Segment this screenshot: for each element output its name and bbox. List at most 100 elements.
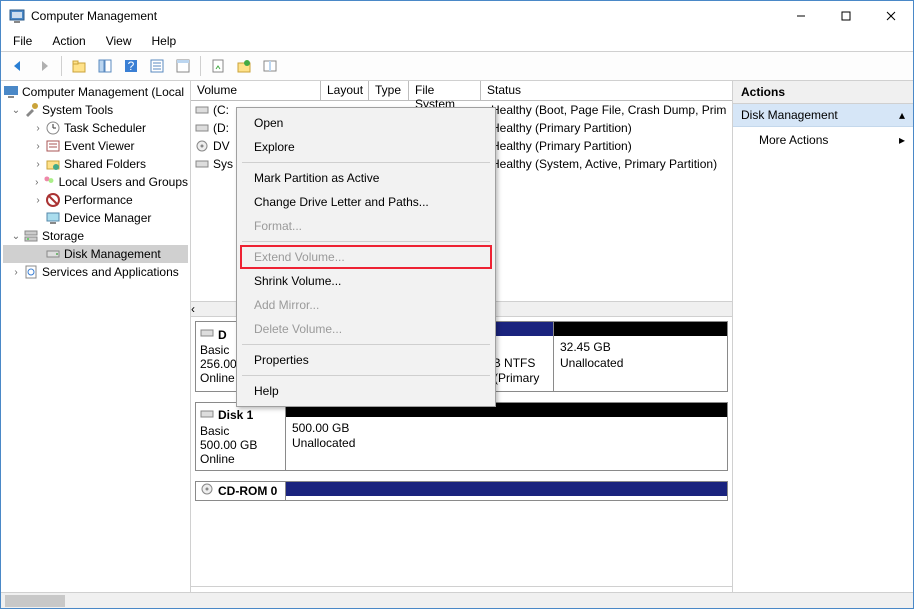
chevron-right-icon[interactable]: › <box>31 123 45 134</box>
tree-disk-management[interactable]: Disk Management <box>3 245 188 263</box>
part-status: Unallocated <box>560 356 721 372</box>
svg-text:?: ? <box>128 59 135 73</box>
disk-icon <box>45 246 61 262</box>
close-button[interactable] <box>868 1 913 31</box>
actions-section[interactable]: Disk Management ▴ <box>733 104 913 127</box>
tree-task-scheduler[interactable]: › Task Scheduler <box>3 119 188 137</box>
tools-icon <box>23 102 39 118</box>
up-button[interactable] <box>68 55 90 77</box>
back-button[interactable] <box>7 55 29 77</box>
ctx-change-letter[interactable]: Change Drive Letter and Paths... <box>240 190 492 214</box>
volume-status: Healthy (Boot, Page File, Crash Dump, Pr… <box>491 103 726 117</box>
tree-system-tools[interactable]: ⌄ System Tools <box>3 101 188 119</box>
menu-view[interactable]: View <box>102 32 136 50</box>
chevron-down-icon[interactable]: ⌄ <box>9 231 23 242</box>
part-status: Unallocated <box>292 436 721 452</box>
col-fs[interactable]: File System <box>409 81 481 100</box>
rescan-button[interactable] <box>233 55 255 77</box>
chevron-right-icon[interactable]: › <box>31 141 45 152</box>
settings-button[interactable] <box>259 55 281 77</box>
menu-file[interactable]: File <box>9 32 36 50</box>
minimize-button[interactable] <box>778 1 823 31</box>
tree-shared-folders[interactable]: › Shared Folders <box>3 155 188 173</box>
event-icon <box>45 138 61 154</box>
disc-icon <box>195 139 209 153</box>
titlebar[interactable]: Computer Management <box>1 1 913 31</box>
tree-scrollbar[interactable] <box>1 592 191 608</box>
disk-1-label[interactable]: Disk 1 Basic 500.00 GB Online <box>196 403 286 470</box>
tree-storage[interactable]: ⌄ Storage <box>3 227 188 245</box>
disk-name: CD-ROM 0 <box>218 484 277 498</box>
disk-1-row[interactable]: Disk 1 Basic 500.00 GB Online 500.00 GBU… <box>195 402 728 471</box>
help-button[interactable]: ? <box>120 55 142 77</box>
col-layout[interactable]: Layout <box>321 81 369 100</box>
nav-tree[interactable]: Computer Management (Local ⌄ System Tool… <box>1 81 191 608</box>
tree-label: Storage <box>42 229 84 243</box>
collapse-icon[interactable]: ▴ <box>899 108 905 122</box>
col-status[interactable]: Status <box>481 81 732 100</box>
partition-unallocated[interactable]: 32.45 GBUnallocated <box>554 322 727 391</box>
tree-event-viewer[interactable]: ›Event Viewer <box>3 137 188 155</box>
part-size: 32.45 GB <box>560 340 721 356</box>
tree-label: Device Manager <box>64 211 151 225</box>
chevron-down-icon[interactable]: ⌄ <box>9 105 23 116</box>
chevron-right-icon: ▸ <box>899 133 905 147</box>
cdrom-row[interactable]: CD-ROM 0 <box>195 481 728 501</box>
tree-label: Task Scheduler <box>64 121 146 135</box>
tree-label: Computer Management (Local <box>22 85 184 99</box>
folder-icon <box>45 156 61 172</box>
volume-name: (C: <box>213 103 237 117</box>
app-icon <box>9 8 25 24</box>
ctx-separator <box>242 344 490 345</box>
volume-status: Healthy (Primary Partition) <box>491 139 632 153</box>
disk-size: 500.00 GB <box>200 438 281 452</box>
partition[interactable] <box>286 482 727 500</box>
disk-name: Disk 1 <box>218 408 253 422</box>
tree-local-users[interactable]: ›Local Users and Groups <box>3 173 188 191</box>
menubar: File Action View Help <box>1 31 913 51</box>
chevron-right-icon[interactable]: › <box>31 177 42 188</box>
col-volume[interactable]: Volume <box>191 81 321 100</box>
properties-button[interactable] <box>172 55 194 77</box>
tree-label: Shared Folders <box>64 157 146 171</box>
volume-list-header: Volume Layout Type File System Status <box>191 81 732 101</box>
disk-icon <box>200 326 214 343</box>
volume-status: Healthy (Primary Partition) <box>491 121 632 135</box>
tree-label: Services and Applications <box>42 265 179 279</box>
forward-button[interactable] <box>33 55 55 77</box>
ctx-help[interactable]: Help <box>240 379 492 403</box>
ctx-properties[interactable]: Properties <box>240 348 492 372</box>
computer-icon <box>3 84 19 100</box>
maximize-button[interactable] <box>823 1 868 31</box>
ctx-explore[interactable]: Explore <box>240 135 492 159</box>
cdrom-label[interactable]: CD-ROM 0 <box>196 482 286 500</box>
show-hide-tree-button[interactable] <box>94 55 116 77</box>
tree-services[interactable]: › Services and Applications <box>3 263 188 281</box>
ctx-separator <box>242 375 490 376</box>
ctx-mark-active[interactable]: Mark Partition as Active <box>240 166 492 190</box>
tree-device-manager[interactable]: Device Manager <box>3 209 188 227</box>
services-icon <box>23 264 39 280</box>
storage-icon <box>23 228 39 244</box>
actions-more[interactable]: More Actions▸ <box>733 127 913 153</box>
ctx-shrink-volume[interactable]: Shrink Volume... <box>240 269 492 293</box>
tree-performance[interactable]: ›Performance <box>3 191 188 209</box>
drive-icon <box>195 121 209 135</box>
action-list-button[interactable] <box>146 55 168 77</box>
chevron-right-icon[interactable]: › <box>31 195 45 206</box>
actions-section-label: Disk Management <box>741 108 838 122</box>
drive-icon <box>195 157 209 171</box>
ctx-extend-volume: Extend Volume... <box>240 245 492 269</box>
ctx-format: Format... <box>240 214 492 238</box>
ctx-open[interactable]: Open <box>240 111 492 135</box>
actions-header: Actions <box>733 81 913 104</box>
menu-action[interactable]: Action <box>48 32 89 50</box>
refresh-button[interactable] <box>207 55 229 77</box>
col-type[interactable]: Type <box>369 81 409 100</box>
window-title: Computer Management <box>31 9 778 23</box>
chevron-right-icon[interactable]: › <box>9 267 23 278</box>
menu-help[interactable]: Help <box>148 32 181 50</box>
partition-unallocated[interactable]: 500.00 GBUnallocated <box>286 403 727 470</box>
chevron-right-icon[interactable]: › <box>31 159 45 170</box>
tree-root[interactable]: Computer Management (Local <box>3 83 188 101</box>
